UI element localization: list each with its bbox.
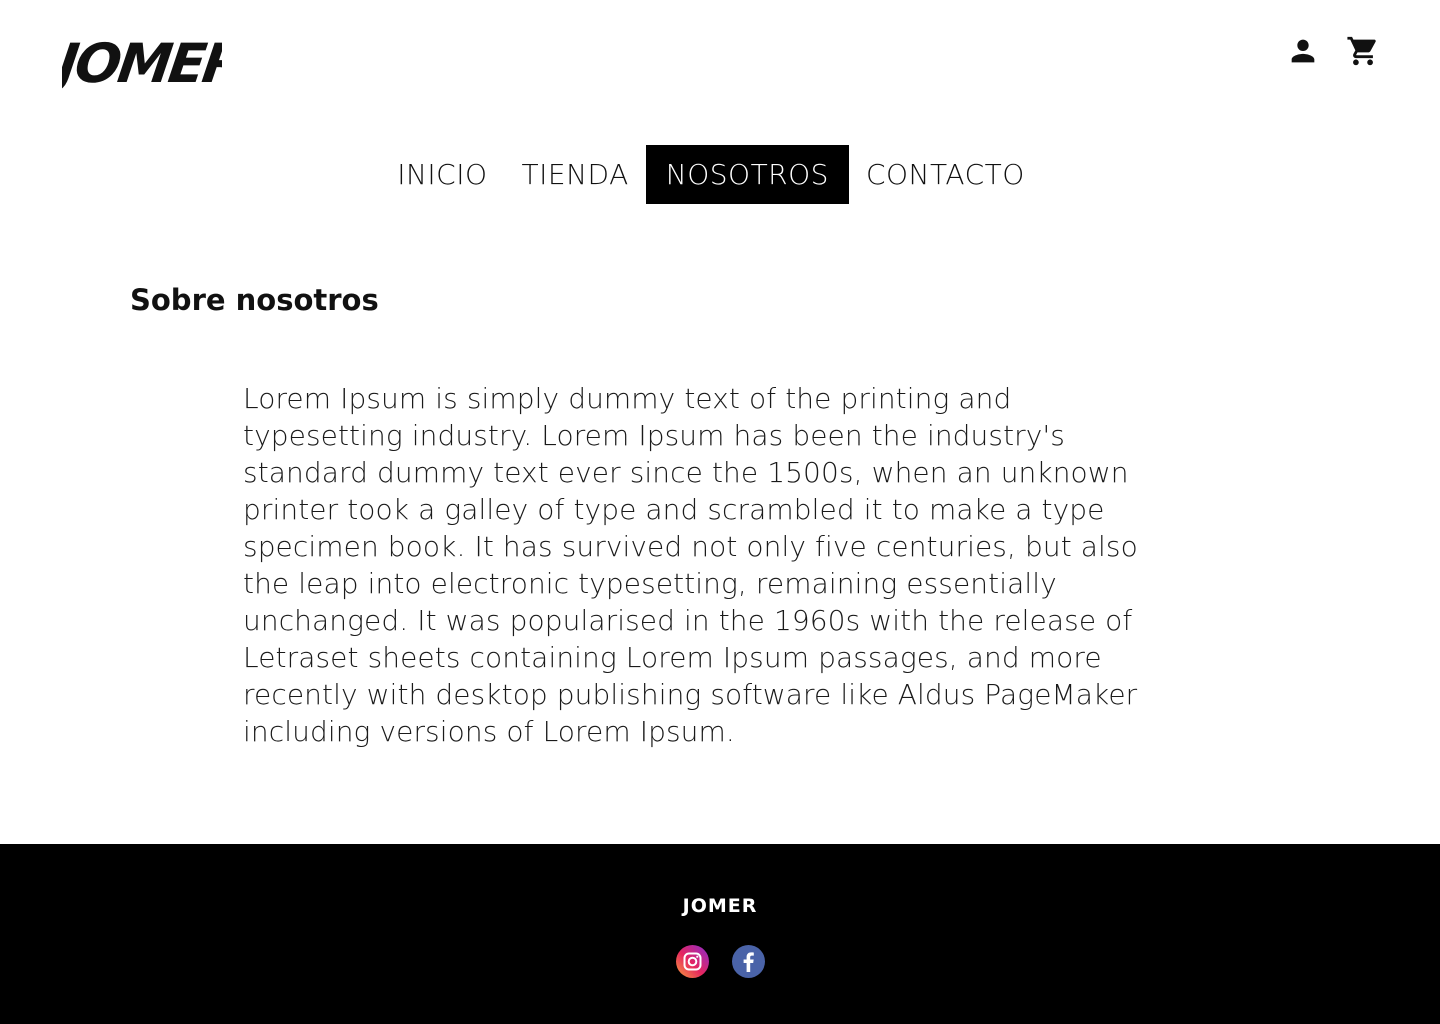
- main-nav: INICIO TIENDA NOSOTROS CONTACTO: [0, 145, 1440, 204]
- nav-item-nosotros[interactable]: NOSOTROS: [645, 145, 849, 204]
- logo-wordmark: JOMER: [62, 32, 222, 94]
- facebook-icon[interactable]: [731, 945, 765, 978]
- user-icon[interactable]: [1286, 34, 1320, 68]
- footer: JOMER: [0, 844, 1440, 1024]
- header-actions: [1286, 34, 1380, 68]
- social-links: [0, 945, 1440, 978]
- nav-item-inicio[interactable]: INICIO: [380, 145, 504, 204]
- page-title: Sobre nosotros: [130, 283, 379, 317]
- instagram-icon[interactable]: [675, 945, 709, 978]
- nav-item-tienda[interactable]: TIENDA: [505, 145, 646, 204]
- about-body-text: Lorem Ipsum is simply dummy text of the …: [243, 382, 1138, 748]
- brand-logo[interactable]: JOMER: [62, 24, 222, 94]
- page: JOMER INICIO TIENDA NOSOTROS CONTACTO So…: [0, 0, 1440, 1024]
- nav-item-contacto[interactable]: CONTACTO: [849, 145, 1042, 204]
- nav-list: INICIO TIENDA NOSOTROS CONTACTO: [380, 145, 1042, 204]
- footer-brand: JOMER: [682, 895, 758, 917]
- shopping-cart-icon[interactable]: [1346, 34, 1380, 68]
- jomer-logo-mark: JOMER: [62, 32, 222, 94]
